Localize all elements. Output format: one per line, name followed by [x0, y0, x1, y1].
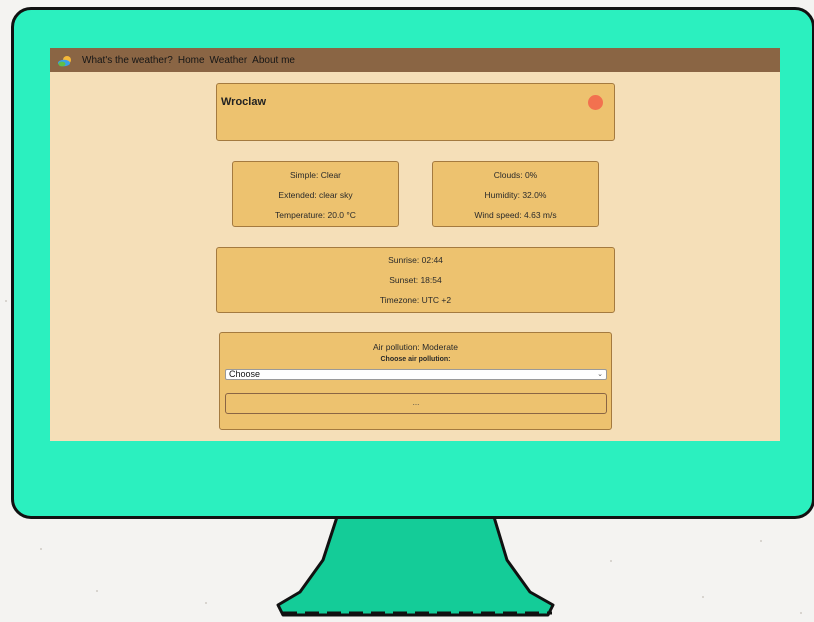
air-pollution-button[interactable]: ...	[225, 393, 607, 414]
select-value: Choose	[229, 369, 261, 379]
city-name: Wroclaw	[221, 96, 267, 108]
sun-times-card: Sunrise: 02:44 Sunset: 18:54 Timezone: U…	[216, 247, 615, 313]
weather-metrics-card: Clouds: 0% Humidity: 32.0% Wind speed: 4…	[432, 161, 599, 227]
weather-conditions-card: Simple: Clear Extended: clear sky Temper…	[232, 161, 399, 227]
nav-link-home[interactable]: Home	[178, 55, 205, 66]
weather-wind: Wind speed: 4.63 m/s	[474, 210, 557, 220]
status-dot-icon	[588, 95, 603, 110]
weather-simple: Simple: Clear	[289, 170, 342, 180]
city-card: Wroclaw	[216, 83, 615, 141]
air-pollution-label: Choose air pollution:	[380, 356, 451, 363]
weather-logo-icon[interactable]	[57, 54, 73, 67]
air-pollution-select[interactable]: Choose ⌄	[225, 369, 607, 380]
navbar: What's the weather? Home Weather About m…	[50, 48, 780, 72]
timezone: Timezone: UTC +2	[379, 295, 452, 305]
nav-brand-link[interactable]: What's the weather?	[82, 55, 173, 66]
weather-humidity: Humidity: 32.0%	[484, 190, 547, 200]
nav-link-weather[interactable]: Weather	[210, 55, 248, 66]
app-screen: What's the weather? Home Weather About m…	[50, 48, 780, 441]
chevron-down-icon: ⌄	[597, 371, 603, 378]
weather-clouds: Clouds: 0%	[493, 170, 538, 180]
sunrise-time: Sunrise: 02:44	[388, 255, 443, 265]
air-pollution-status: Air pollution: Moderate	[372, 342, 459, 352]
air-pollution-card: Air pollution: Moderate Choose air pollu…	[219, 332, 612, 430]
weather-temperature: Temperature: 20.0 °C	[275, 210, 356, 220]
sunset-time: Sunset: 18:54	[389, 275, 442, 285]
weather-extended: Extended: clear sky	[278, 190, 353, 200]
nav-link-about[interactable]: About me	[252, 55, 295, 66]
